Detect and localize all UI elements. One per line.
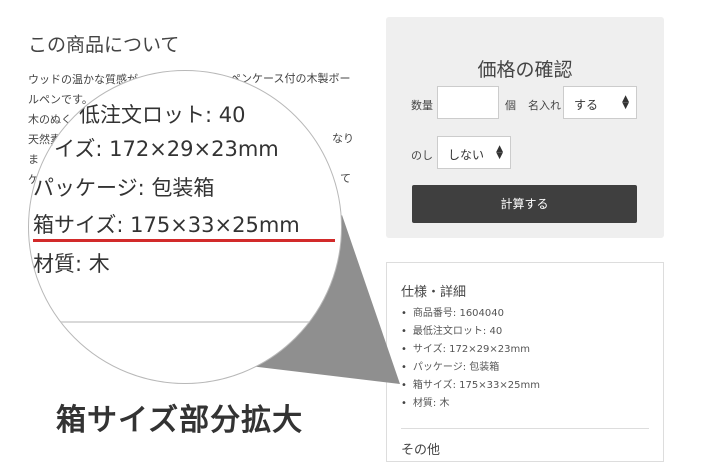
zoom-line-highlighted: 箱サイズ: 175×33×25mm	[33, 213, 300, 237]
zoom-caption: 箱サイズ部分拡大	[56, 403, 304, 438]
zoom-divider	[59, 321, 339, 323]
zoom-line: サイズ: 172×29×23mm	[33, 137, 279, 161]
highlight-underline	[33, 239, 335, 242]
zoom-line: パッケージ: 包装箱	[33, 176, 215, 200]
zoom-line: 低注文ロット: 40	[79, 103, 246, 127]
magnifier-lens: 低注文ロット: 40 サイズ: 172×29×23mm パッケージ: 包装箱 箱…	[28, 70, 342, 384]
zoom-line: 材質: 木	[33, 252, 110, 276]
